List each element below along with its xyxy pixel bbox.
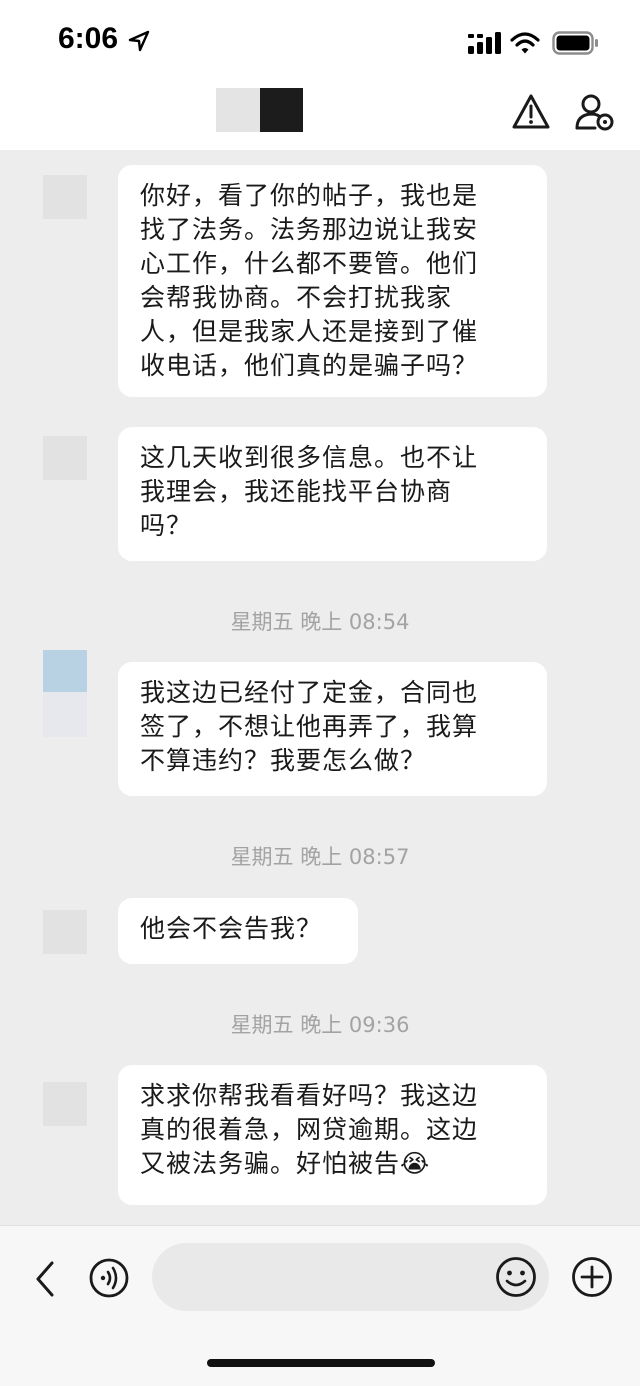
message-line: 签了，不想让他再弄了，我算 — [140, 712, 479, 741]
message-line: 找了法务。法务那边说让我安 — [140, 215, 479, 244]
message-line: 不算违约？我要怎么做？ — [140, 746, 427, 775]
message-input[interactable] — [152, 1243, 549, 1311]
chat-header — [0, 85, 640, 150]
message-bubble[interactable]: 这几天收到很多信息。也不让 我理会，我还能找平台协商 吗？ — [118, 427, 547, 561]
back-chevron-icon[interactable] — [30, 1259, 60, 1299]
message-line: 你好，看了你的帖子，我也是 — [140, 181, 479, 210]
avatar[interactable] — [43, 175, 87, 219]
wifi-icon — [510, 31, 540, 55]
contact-name-redacted-dark — [260, 88, 303, 132]
location-arrow-icon — [128, 30, 150, 52]
message-line: 人，但是我家人还是接到了催 — [140, 317, 479, 346]
message-line: 真的很着急，网贷逾期。这边 — [140, 1115, 479, 1144]
avatar[interactable] — [43, 910, 87, 954]
report-warning-icon[interactable] — [509, 90, 553, 134]
message-line: 收电话，他们真的是骗子吗？ — [140, 351, 479, 380]
timestamp: 星期五 晚上 08:57 — [230, 845, 410, 869]
add-icon[interactable] — [570, 1255, 614, 1299]
avatar-lower — [43, 692, 87, 737]
message-line: 吗？ — [140, 511, 193, 540]
emoji-icon[interactable] — [494, 1255, 538, 1299]
message-line: 求求你帮我看看好吗？我这边 — [140, 1081, 479, 1110]
home-indicator[interactable] — [207, 1359, 435, 1367]
message-line: 又被法务骗。好怕被告😭 — [140, 1147, 525, 1181]
user-settings-icon[interactable] — [573, 90, 617, 134]
avatar[interactable] — [43, 1082, 87, 1126]
timestamp: 星期五 晚上 09:36 — [230, 1013, 410, 1037]
message-line: 我这边已经付了定金，合同也 — [140, 678, 479, 707]
timestamp: 星期五 晚上 08:54 — [230, 610, 410, 634]
message-bubble[interactable]: 我这边已经付了定金，合同也 签了，不想让他再弄了，我算 不算违约？我要怎么做？ — [118, 662, 547, 796]
voice-input-icon[interactable] — [88, 1257, 130, 1299]
crying-face-emoji-icon: 😭 — [400, 1149, 431, 1178]
message-bubble[interactable]: 你好，看了你的帖子，我也是 找了法务。法务那边说让我安 心工作，什么都不要管。他… — [118, 165, 547, 397]
status-time: 6:06 — [58, 22, 119, 55]
message-bubble[interactable]: 他会不会告我？ — [118, 898, 358, 964]
message-line: 会帮我协商。不会打扰我家 — [140, 283, 453, 312]
signal-icon — [468, 32, 502, 54]
avatar[interactable] — [43, 436, 87, 480]
message-bubble[interactable]: 求求你帮我看看好吗？我这边 真的很着急，网贷逾期。这边 又被法务骗。好怕被告😭 — [118, 1065, 547, 1205]
bottom-input-bar — [0, 1225, 640, 1386]
status-bar: 6:06 — [0, 0, 640, 85]
chat-message-list[interactable]: 你好，看了你的帖子，我也是 找了法务。法务那边说让我安 心工作，什么都不要管。他… — [0, 150, 640, 1225]
contact-name-redacted — [216, 88, 260, 132]
message-line: 他会不会告我？ — [140, 914, 323, 943]
message-text: 又被法务骗。好怕被告 — [140, 1149, 401, 1178]
message-line: 心工作，什么都不要管。他们 — [140, 249, 479, 278]
battery-icon — [552, 31, 600, 55]
message-line: 这几天收到很多信息。也不让 — [140, 443, 479, 472]
avatar[interactable] — [43, 650, 87, 692]
message-line: 我理会，我还能找平台协商 — [140, 477, 453, 506]
